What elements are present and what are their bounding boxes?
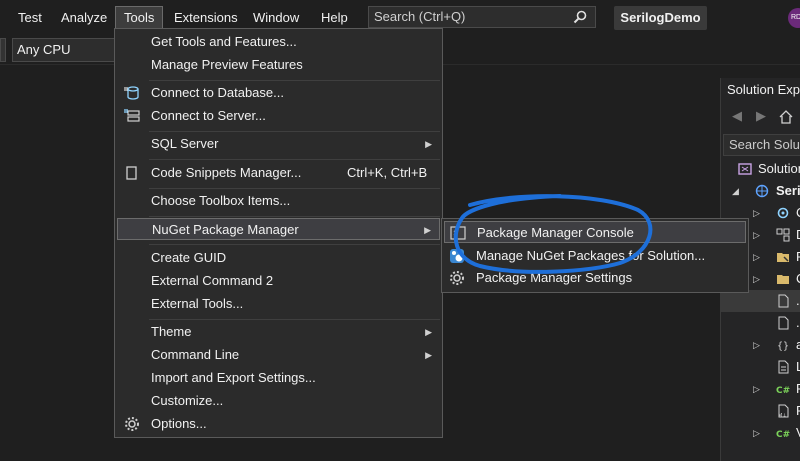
file-icon xyxy=(778,316,789,330)
search-placeholder: Search (Ctrl+Q) xyxy=(374,9,466,24)
submenu-arrow-icon: ▶ xyxy=(424,225,431,235)
tree-row-document[interactable]: L xyxy=(721,356,800,378)
svg-text:C#: C# xyxy=(776,430,790,440)
tree-row-project[interactable]: ◢ SerilogDemo xyxy=(721,180,800,202)
properties-folder-icon xyxy=(777,253,789,262)
csharp-icon: C# xyxy=(776,430,790,440)
solution-explorer-search[interactable]: Search Solution Explorer xyxy=(723,134,800,156)
dependencies-icon xyxy=(776,228,790,242)
menu-separator xyxy=(149,216,440,217)
nuget-submenu: Package Manager Console Manage NuGet Pac… xyxy=(441,218,749,293)
svg-text:M↓: M↓ xyxy=(778,413,787,418)
solution-explorer-title: Solution Explorer xyxy=(727,82,800,97)
markdown-icon: M↓ xyxy=(778,404,789,418)
menu-item-connect-server[interactable]: Connect to Server... xyxy=(117,105,440,127)
snippet-icon xyxy=(126,166,137,180)
collapsed-arrow-icon[interactable]: ▷ xyxy=(753,246,760,268)
nuget-icon xyxy=(450,249,464,263)
file-icon xyxy=(778,294,789,308)
database-plug-icon xyxy=(124,86,139,100)
menu-separator xyxy=(149,80,440,81)
menu-separator xyxy=(149,159,440,160)
menu-analyze[interactable]: Analyze xyxy=(53,7,115,29)
connected-services-icon xyxy=(777,207,789,219)
submenu-arrow-icon: ▶ xyxy=(425,327,432,337)
server-plug-icon xyxy=(124,109,140,122)
menu-item-command-line[interactable]: Command Line ▶ xyxy=(117,344,440,366)
json-icon: {} xyxy=(777,341,789,352)
menu-item-nuget[interactable]: NuGet Package Manager ▶ xyxy=(117,218,440,240)
home-icon[interactable] xyxy=(778,109,794,125)
back-icon[interactable]: ◀ xyxy=(732,108,742,124)
tree-row-solution[interactable]: Solution xyxy=(721,158,800,180)
tree-row-markdown[interactable]: M↓ F xyxy=(721,400,800,422)
menu-item-external-tools[interactable]: External Tools... xyxy=(117,293,440,315)
submenu-arrow-icon: ▶ xyxy=(425,139,432,149)
collapsed-arrow-icon[interactable]: ▷ xyxy=(753,224,760,246)
console-icon xyxy=(450,226,466,240)
collapsed-arrow-icon[interactable]: ▷ xyxy=(753,202,760,224)
tree-row-json[interactable]: ▷ {} a xyxy=(721,334,800,356)
menu-item-manage-preview[interactable]: Manage Preview Features xyxy=(117,54,440,76)
collapsed-arrow-icon[interactable]: ▷ xyxy=(753,268,760,290)
search-box[interactable]: Search (Ctrl+Q) xyxy=(368,6,596,28)
menu-item-package-manager-settings[interactable]: Package Manager Settings xyxy=(444,267,746,289)
menu-item-sql-server[interactable]: SQL Server ▶ xyxy=(117,133,440,155)
tools-menu: Get Tools and Features... Manage Preview… xyxy=(114,28,443,438)
menu-extensions[interactable]: Extensions xyxy=(166,7,246,29)
menu-item-get-tools[interactable]: Get Tools and Features... xyxy=(117,31,440,53)
menu-separator xyxy=(149,244,440,245)
document-icon xyxy=(778,360,789,374)
gear-icon xyxy=(450,271,464,285)
menu-separator xyxy=(149,188,440,189)
gear-icon xyxy=(125,417,139,431)
menu-item-create-guid[interactable]: Create GUID xyxy=(117,247,440,269)
collapsed-arrow-icon[interactable]: ▷ xyxy=(753,378,760,400)
menu-item-package-manager-console[interactable]: Package Manager Console xyxy=(444,221,746,243)
folder-icon xyxy=(777,275,789,284)
solution-name-badge: SerilogDemo xyxy=(614,6,707,30)
tree-row-csharp-file[interactable]: ▷ C# V xyxy=(721,422,800,444)
menu-item-connect-database[interactable]: Connect to Database... xyxy=(117,82,440,104)
submenu-arrow-icon: ▶ xyxy=(425,350,432,360)
expanded-arrow-icon[interactable]: ◢ xyxy=(732,180,739,202)
collapsed-arrow-icon[interactable]: ▷ xyxy=(753,334,760,356)
menu-tools[interactable]: Tools xyxy=(115,6,164,30)
menu-separator xyxy=(149,319,440,320)
collapsed-arrow-icon[interactable]: ▷ xyxy=(753,422,760,444)
menu-item-theme[interactable]: Theme ▶ xyxy=(117,321,440,343)
menu-item-manage-nuget-packages[interactable]: Manage NuGet Packages for Solution... xyxy=(444,245,746,267)
menu-item-import-export[interactable]: Import and Export Settings... xyxy=(117,367,440,389)
tree-row-file[interactable]: . xyxy=(721,312,800,334)
menu-item-options[interactable]: Options... xyxy=(117,413,440,435)
configuration-dropdown[interactable] xyxy=(0,38,6,62)
platform-dropdown[interactable]: Any CPU xyxy=(12,38,116,62)
menu-item-code-snippets[interactable]: Code Snippets Manager... Ctrl+K, Ctrl+B xyxy=(117,162,440,184)
search-icon[interactable] xyxy=(573,10,587,24)
menu-item-choose-toolbox[interactable]: Choose Toolbox Items... xyxy=(117,190,440,212)
menu-window[interactable]: Window xyxy=(245,7,307,29)
menu-test[interactable]: Test xyxy=(10,7,50,29)
tree-row-file-selected[interactable]: . xyxy=(721,290,800,312)
svg-text:C#: C# xyxy=(776,386,790,396)
tree-row-csharp-file[interactable]: ▷ C# F xyxy=(721,378,800,400)
svg-text:{}: {} xyxy=(777,341,789,352)
user-avatar[interactable]: RD xyxy=(788,8,800,28)
menu-help[interactable]: Help xyxy=(313,7,356,29)
menu-item-customize[interactable]: Customize... xyxy=(117,390,440,412)
forward-icon[interactable]: ▶ xyxy=(756,108,766,124)
solution-explorer-toolbar: ◀ ▶ xyxy=(727,108,800,128)
menu-item-external-command[interactable]: External Command 2 xyxy=(117,270,440,292)
solution-icon xyxy=(738,163,752,175)
menu-separator xyxy=(149,131,440,132)
project-icon xyxy=(755,184,769,198)
shortcut-text: Ctrl+K, Ctrl+B xyxy=(347,165,428,180)
csharp-icon: C# xyxy=(776,386,790,396)
